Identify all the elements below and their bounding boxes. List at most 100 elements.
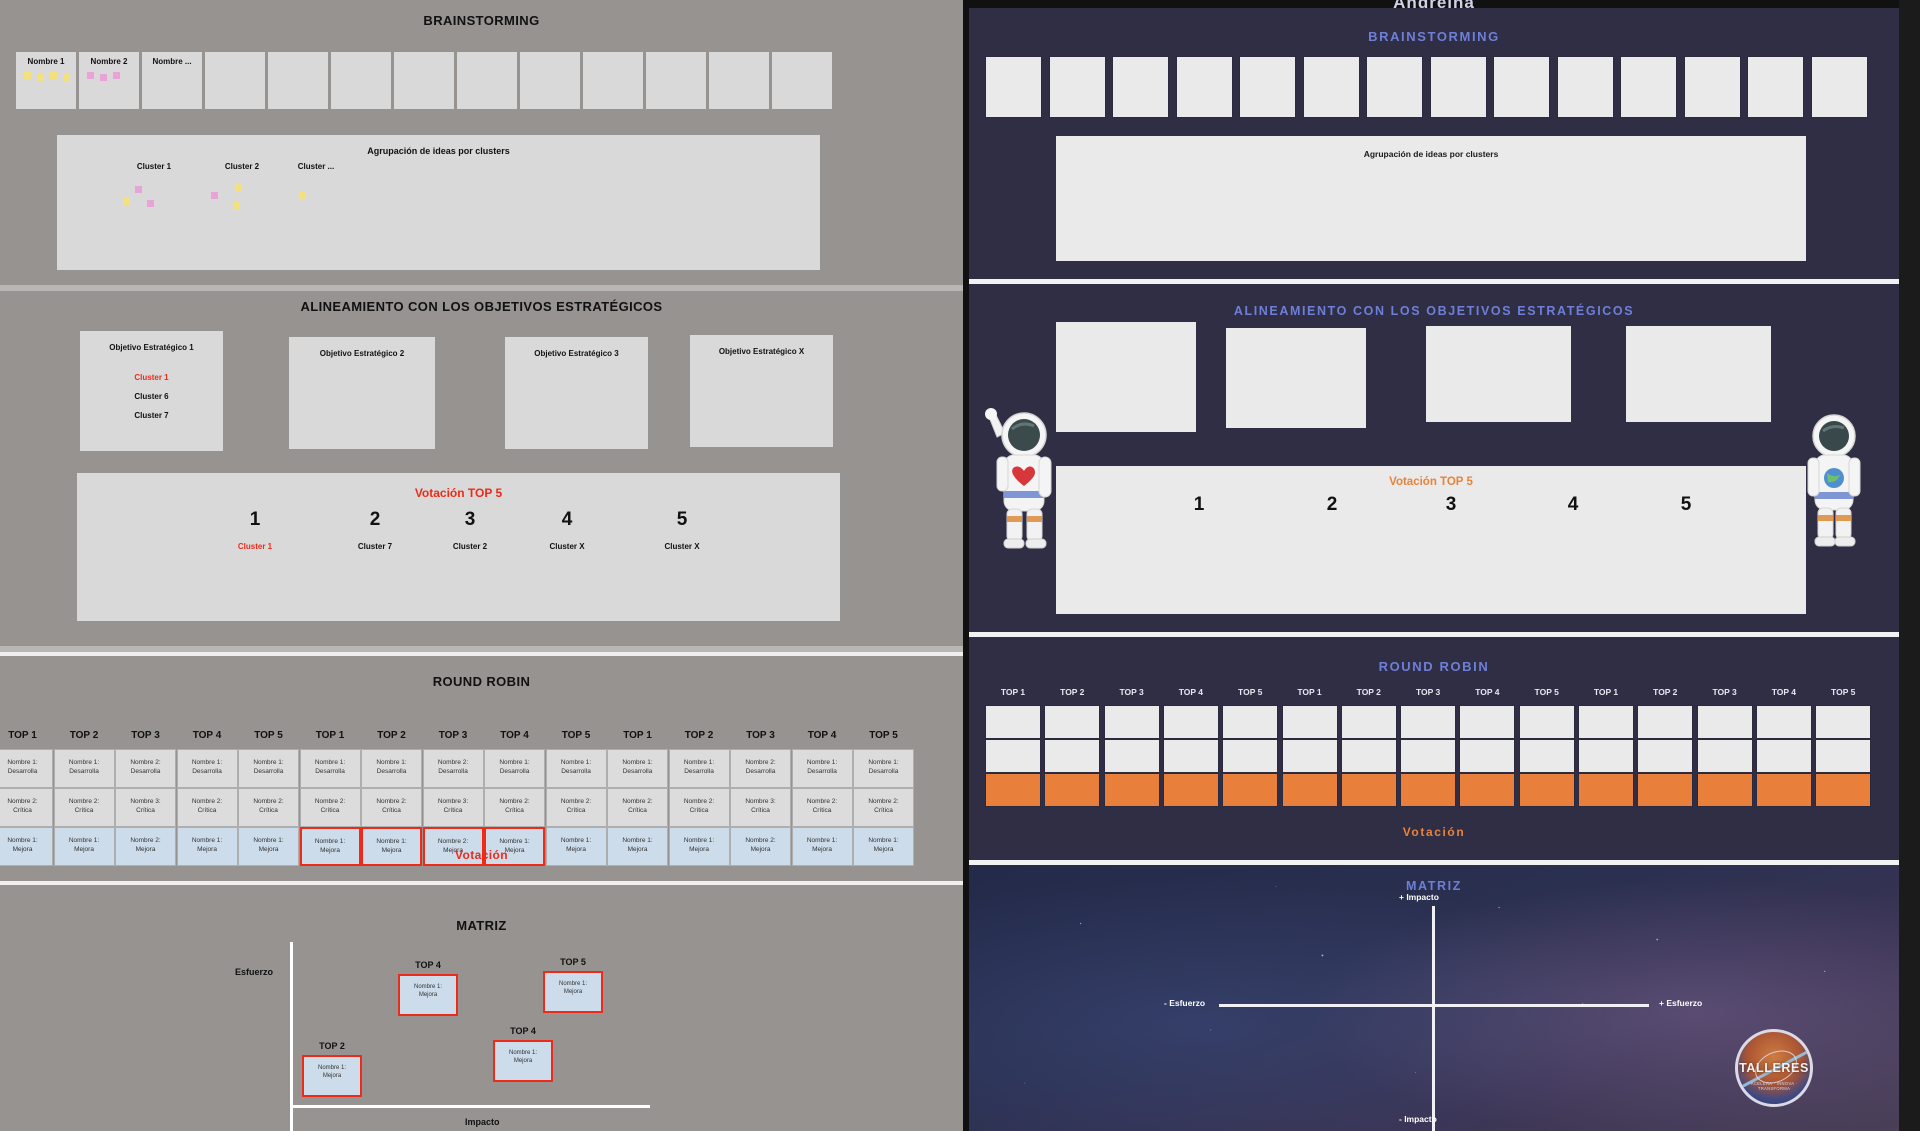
slide1-clusters-panel[interactable]: Agrupación de ideas por clusters [1056,136,1806,261]
round-robin-cell[interactable]: Nombre 2: Crítica [53,788,115,827]
objective-cluster-item[interactable]: Cluster 6 [80,392,223,401]
objective-card[interactable]: Objetivo Estratégico 3 [505,337,648,449]
sticky-note[interactable] [235,184,242,191]
round-robin-cell[interactable]: Nombre 3: Crítica [115,788,176,827]
vote-rank-cluster[interactable]: Cluster X [652,542,712,551]
round-robin-cell[interactable]: Nombre 2: Crítica [0,788,53,827]
slide3-round-robin-cell[interactable] [1340,739,1397,773]
slide3-round-robin-cell[interactable] [1103,773,1160,807]
slide1-idea-box[interactable] [1239,56,1296,118]
round-robin-cell[interactable]: Nombre 1: Desarrolla [668,749,730,788]
slide3-round-robin-cell[interactable] [1518,705,1575,739]
slide2-objective-box[interactable] [1626,326,1771,422]
round-robin-cell[interactable]: Nombre 2: Crítica [853,788,914,827]
objective-card[interactable]: Objetivo Estratégico X [690,335,833,447]
sticky-note[interactable] [24,72,31,79]
round-robin-cell[interactable]: Nombre 1: Desarrolla [853,749,914,788]
round-robin-cell[interactable]: Nombre 2: Crítica [361,788,422,827]
slide2-objective-box[interactable] [1426,326,1571,422]
sticky-note[interactable] [211,192,218,199]
brainstorming-participant-card[interactable] [457,52,517,109]
round-robin-cell[interactable]: Nombre 2: Desarrolla [730,749,791,788]
slide3-round-robin-cell[interactable] [1518,739,1575,773]
slide1-idea-box[interactable] [1620,56,1677,118]
slide3-round-robin-cell[interactable] [985,705,1041,739]
slide1-idea-box[interactable] [1810,56,1868,118]
slide1-idea-box[interactable] [1302,56,1360,118]
vote-rank[interactable]: 5 Cluster X [652,509,712,551]
slide3-round-robin-cell[interactable] [985,739,1041,773]
voting-top5-panel[interactable]: Votación TOP 5 1 Cluster 1 2 Cluster 7 3 Clus… [77,473,840,621]
sticky-note[interactable] [147,200,154,207]
sticky-note[interactable] [113,72,120,79]
round-robin-cell[interactable]: Nombre 3: Crítica [730,788,791,827]
sticky-note[interactable] [50,72,57,79]
round-robin-cell[interactable]: Nombre 1: Desarrolla [0,749,53,788]
slide3-round-robin-cell[interactable] [1755,739,1812,773]
round-robin-cell[interactable]: Nombre 2: Crítica [545,788,607,827]
slide3-round-robin-cell[interactable] [1044,705,1101,739]
slide2-objective-box[interactable] [1056,322,1196,432]
slide3-round-robin-cell[interactable] [1162,739,1219,773]
round-robin-cell[interactable]: Nombre 2: Crítica [791,788,853,827]
sticky-note[interactable] [63,74,70,81]
slide3-round-robin-cell[interactable] [1459,739,1516,773]
slide3-round-robin-cell[interactable] [1222,705,1279,739]
round-robin-cell[interactable]: Nombre 2: Desarrolla [115,749,176,788]
brainstorming-participant-card[interactable] [268,52,328,109]
brainstorming-participant-card[interactable] [394,52,454,109]
objective-card[interactable]: Objetivo Estratégico 1 Cluster 1 Cluster 6… [80,331,223,451]
vote-rank-cluster[interactable]: Cluster 7 [345,542,405,551]
slide1-idea-box[interactable] [1175,56,1233,118]
slide3-round-robin-cell[interactable] [1400,705,1457,739]
brainstorming-participant-card[interactable] [520,52,580,109]
slide1-idea-box[interactable] [1556,56,1614,118]
slide3-round-robin-cell[interactable] [1281,773,1338,807]
round-robin-cell[interactable]: Nombre 2: Desarrolla [422,749,484,788]
slide3-round-robin-cell[interactable] [1281,739,1338,773]
slide3-round-robin-cell[interactable] [1340,705,1397,739]
vote-rank[interactable]: 3 Cluster 2 [440,509,500,551]
slide1-idea-box[interactable] [1747,56,1804,118]
objective-card[interactable]: Objetivo Estratégico 2 [289,337,435,449]
slide3-round-robin-cell[interactable] [1281,705,1338,739]
slide1-idea-box[interactable] [1048,56,1106,118]
slide2-vote-rank-number[interactable]: 5 [1656,494,1716,516]
cluster-group[interactable]: Cluster ... [279,162,353,199]
slide2-objective-box[interactable] [1226,328,1366,428]
round-robin-cell[interactable]: Nombre 1: Desarrolla [607,749,668,788]
round-robin-cell[interactable]: Nombre 1: Desarrolla [484,749,545,788]
slide1-idea-box[interactable] [1429,56,1487,118]
slide3-round-robin-cell[interactable] [1578,705,1634,739]
round-robin-cell[interactable]: Nombre 2: Crítica [238,788,299,827]
slide3-round-robin-cell[interactable] [1162,773,1219,807]
slide2-vote-rank-number[interactable]: 1 [1169,494,1229,516]
slide3-round-robin-cell[interactable] [1755,773,1812,807]
slide1-idea-box[interactable] [1366,56,1423,118]
slide3-round-robin-cell[interactable] [1815,773,1872,807]
round-robin-cell[interactable]: Nombre 2: Crítica [176,788,238,827]
sticky-note[interactable] [233,202,240,209]
round-robin-cell[interactable]: Nombre 1: Desarrolla [299,749,361,788]
sticky-note[interactable] [37,74,44,81]
vote-rank[interactable]: 1 Cluster 1 [225,509,285,551]
brainstorming-participant-card[interactable]: Nombre ... [142,52,202,109]
vote-rank-cluster[interactable]: Cluster X [537,542,597,551]
round-robin-cell[interactable]: Nombre 2: Crítica [668,788,730,827]
objective-cluster-item[interactable]: Cluster 1 [80,373,223,382]
brainstorming-participant-card[interactable] [772,52,832,109]
sticky-note[interactable] [123,198,130,205]
slide3-round-robin-cell[interactable] [1815,705,1872,739]
slide1-idea-box[interactable] [1112,56,1169,118]
slide-matrix[interactable]: MATRIZ + Impacto - Impacto - Esfuerzo + … [969,865,1899,1131]
presentation-panel[interactable]: Andreína BRAINSTORMING Agrupación de ide… [969,0,1899,1131]
objective-cluster-item[interactable]: Cluster 7 [80,411,223,420]
slide2-vote-rank-number[interactable]: 2 [1302,494,1362,516]
brainstorming-participant-card[interactable] [646,52,706,109]
slide3-round-robin-cell[interactable] [1103,705,1160,739]
slide3-round-robin-cell[interactable] [1222,739,1279,773]
slide3-round-robin-cell[interactable] [1459,773,1516,807]
round-robin-cell[interactable]: Nombre 1: Desarrolla [53,749,115,788]
brainstorming-participant-card[interactable]: Nombre 1 [16,52,76,109]
slide1-idea-box[interactable] [1683,56,1741,118]
